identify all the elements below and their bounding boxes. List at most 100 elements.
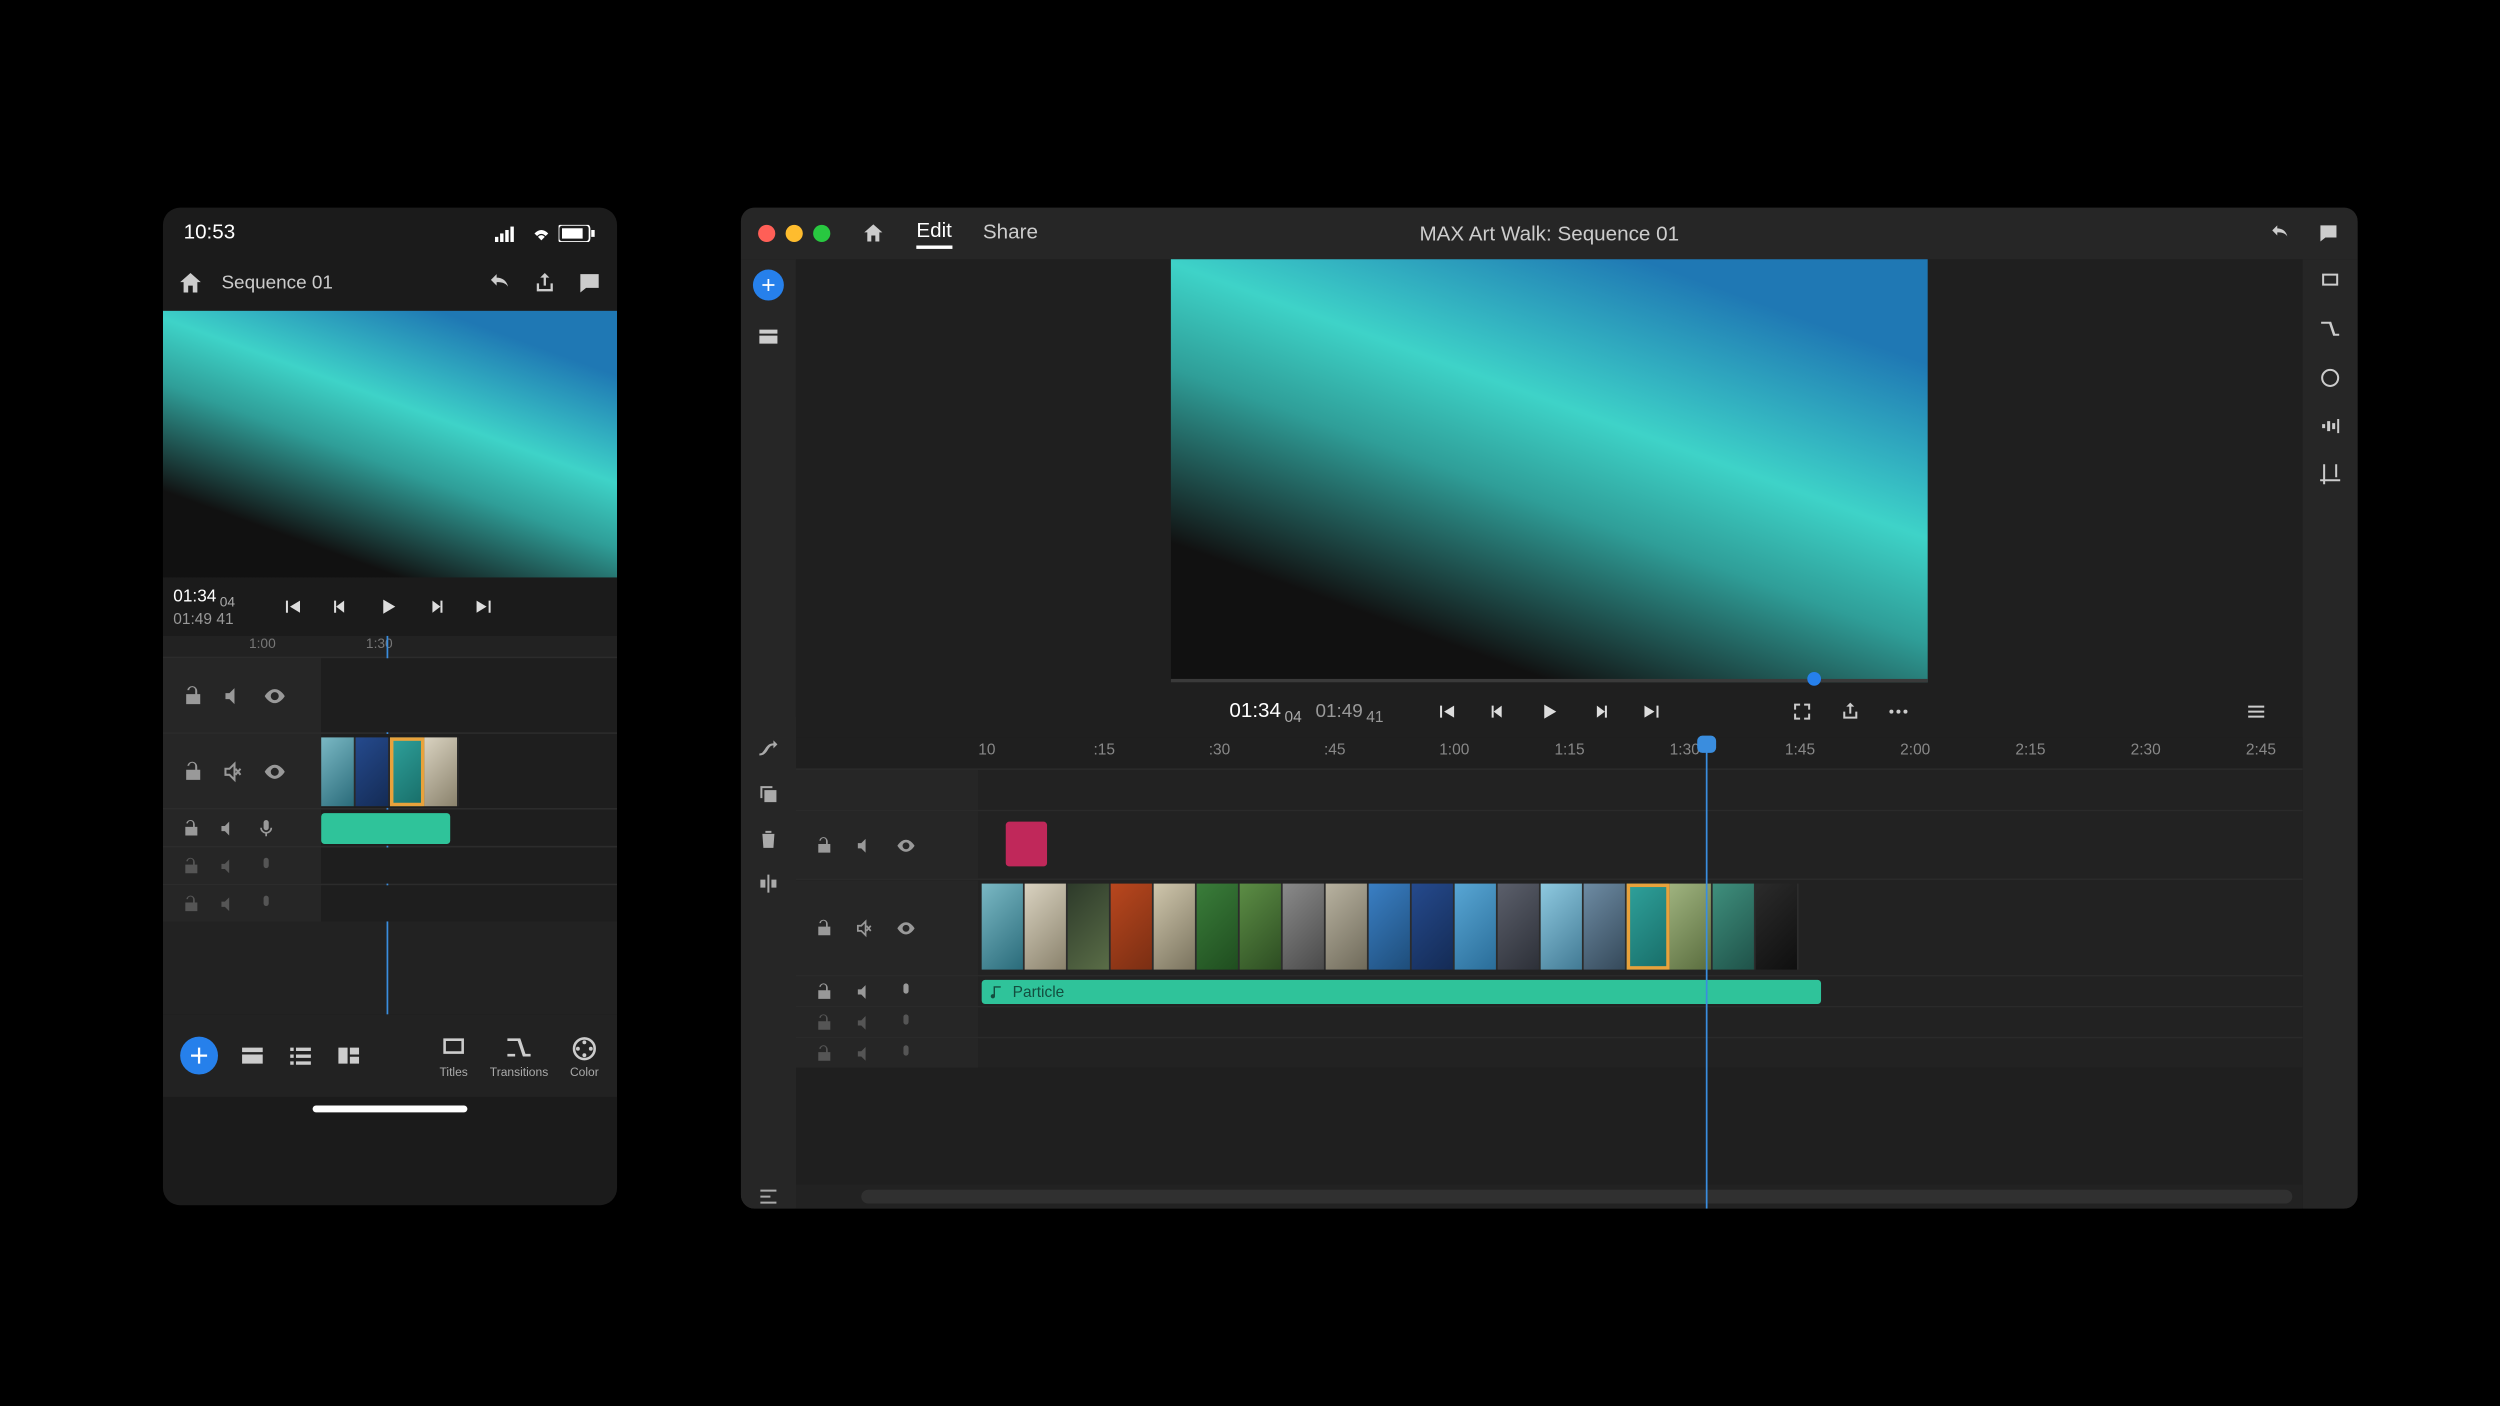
menu-icon[interactable]: [2244, 700, 2268, 724]
home-icon[interactable]: [177, 270, 205, 298]
volume-icon[interactable]: [854, 981, 875, 1002]
step-fwd-icon[interactable]: [424, 595, 448, 619]
volume-icon[interactable]: [218, 817, 239, 838]
unlock-icon[interactable]: [813, 917, 834, 938]
mobile-preview[interactable]: [163, 311, 617, 578]
video-clip[interactable]: [356, 737, 390, 806]
expand-icon[interactable]: [756, 1185, 780, 1209]
mic-icon[interactable]: [896, 981, 917, 1002]
shuffle-icon[interactable]: [756, 737, 780, 761]
video-clip[interactable]: [1498, 884, 1541, 970]
video-clip[interactable]: [1240, 884, 1283, 970]
graphic-clip[interactable]: [1006, 822, 1047, 867]
volume-icon[interactable]: [221, 683, 245, 707]
more-icon[interactable]: [1886, 700, 1910, 724]
desktop-playhead[interactable]: [1706, 737, 1708, 1208]
volume-icon[interactable]: [218, 893, 239, 914]
video-clip[interactable]: [1713, 884, 1756, 970]
play-icon[interactable]: [1537, 700, 1561, 724]
mobile-ruler[interactable]: 1:00 1:30: [163, 636, 617, 657]
eye-icon[interactable]: [896, 917, 917, 938]
volume-icon[interactable]: [854, 835, 875, 856]
trash-icon[interactable]: [756, 827, 780, 851]
tab-edit[interactable]: Edit: [916, 218, 952, 249]
unlock-icon[interactable]: [180, 683, 204, 707]
home-icon[interactable]: [861, 221, 885, 245]
video-clip[interactable]: [390, 737, 424, 806]
play-icon[interactable]: [376, 595, 400, 619]
comment-icon[interactable]: [576, 270, 604, 298]
color-button[interactable]: Color: [569, 1032, 600, 1078]
unlock-icon[interactable]: [813, 1043, 834, 1064]
mic-icon[interactable]: [256, 893, 277, 914]
video-clip[interactable]: [1756, 884, 1799, 970]
step-back-icon[interactable]: [1486, 700, 1510, 724]
video-clip[interactable]: [424, 737, 458, 806]
video-clip[interactable]: [1627, 884, 1670, 970]
unlock-icon[interactable]: [813, 981, 834, 1002]
volume-icon[interactable]: [854, 1012, 875, 1033]
mic-icon[interactable]: [896, 1012, 917, 1033]
video-clip[interactable]: [1068, 884, 1111, 970]
tab-share[interactable]: Share: [983, 220, 1038, 248]
eye-icon[interactable]: [896, 835, 917, 856]
mute-icon[interactable]: [221, 759, 245, 783]
add-button[interactable]: [753, 270, 784, 301]
unlock-icon[interactable]: [180, 817, 201, 838]
unlock-icon[interactable]: [813, 1012, 834, 1033]
eye-icon[interactable]: [263, 759, 287, 783]
video-clip[interactable]: [1541, 884, 1584, 970]
video-clip[interactable]: [1025, 884, 1068, 970]
unlock-icon[interactable]: [180, 759, 204, 783]
video-clip[interactable]: [1412, 884, 1455, 970]
share-icon[interactable]: [531, 270, 559, 298]
mic-icon[interactable]: [256, 817, 277, 838]
unlock-icon[interactable]: [813, 835, 834, 856]
video-clip[interactable]: [1584, 884, 1627, 970]
list-icon[interactable]: [287, 1042, 315, 1070]
split-icon[interactable]: [756, 872, 780, 896]
comment-icon[interactable]: [2316, 221, 2340, 245]
step-fwd-icon[interactable]: [1589, 700, 1613, 724]
video-clip[interactable]: [1455, 884, 1498, 970]
skip-start-icon[interactable]: [280, 595, 304, 619]
mic-icon[interactable]: [256, 855, 277, 876]
video-clip[interactable]: [1326, 884, 1369, 970]
desktop-video-clips[interactable]: [982, 884, 1799, 970]
home-indicator[interactable]: [163, 1097, 617, 1121]
maximize-icon[interactable]: [813, 225, 830, 242]
volume-icon[interactable]: [854, 1043, 875, 1064]
add-button[interactable]: [180, 1037, 218, 1075]
eye-icon[interactable]: [263, 683, 287, 707]
skip-end-icon[interactable]: [472, 595, 496, 619]
mobile-timeline[interactable]: 1:00 1:30: [163, 636, 617, 1014]
mic-icon[interactable]: [896, 1043, 917, 1064]
video-clip[interactable]: [1283, 884, 1326, 970]
color-icon[interactable]: [2318, 366, 2342, 390]
crop-icon[interactable]: [2318, 462, 2342, 486]
video-clip[interactable]: [1111, 884, 1154, 970]
unlock-icon[interactable]: [180, 893, 201, 914]
minimize-icon[interactable]: [786, 225, 803, 242]
titles-button[interactable]: Titles: [438, 1032, 469, 1078]
video-clip[interactable]: [982, 884, 1025, 970]
timeline-ruler[interactable]: 10:15:30:451:001:151:301:452:002:152:302…: [796, 737, 2303, 768]
audio-clip[interactable]: Particle: [982, 980, 1821, 1004]
video-clip[interactable]: [1197, 884, 1240, 970]
mute-icon[interactable]: [854, 917, 875, 938]
unlock-icon[interactable]: [180, 855, 201, 876]
undo-icon[interactable]: [486, 270, 514, 298]
layout-icon[interactable]: [335, 1042, 363, 1070]
project-icon[interactable]: [756, 325, 780, 349]
mobile-video-clips[interactable]: [321, 737, 459, 806]
video-clip[interactable]: [1154, 884, 1197, 970]
undo-icon[interactable]: [2268, 221, 2292, 245]
fullscreen-icon[interactable]: [1790, 700, 1814, 724]
timeline-scrollbar[interactable]: [796, 1185, 2303, 1209]
skip-start-icon[interactable]: [1434, 700, 1458, 724]
transitions-icon[interactable]: [2318, 318, 2342, 342]
transitions-button[interactable]: Transitions: [490, 1032, 548, 1078]
project-icon[interactable]: [239, 1042, 267, 1070]
audio-icon[interactable]: [2318, 414, 2342, 438]
skip-end-icon[interactable]: [1640, 700, 1664, 724]
